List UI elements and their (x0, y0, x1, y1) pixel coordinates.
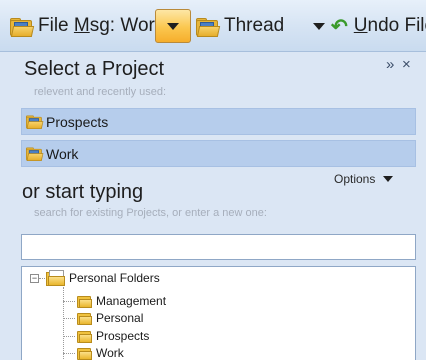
search-title: or start typing (22, 181, 144, 203)
project-folder-icon (26, 115, 44, 130)
tree-connector (63, 287, 64, 360)
close-icon[interactable]: × (402, 56, 411, 73)
project-folder-icon (196, 17, 221, 37)
tree-node-label: Prospects (96, 329, 150, 343)
project-item-label: Prospects (46, 113, 109, 130)
tree-node-label: Work (96, 346, 124, 360)
folder-tree[interactable]: − Personal Folders Management Personal P… (21, 266, 416, 360)
tree-connector (63, 318, 75, 319)
tree-connector (63, 301, 75, 302)
undo-file-label: Undo File (353, 15, 426, 36)
tree-connector (63, 336, 75, 337)
toolbar: File Msg: Work Thread ↶ Undo File (0, 0, 426, 52)
file-msg-dropdown-button[interactable] (155, 9, 191, 43)
tree-connector (63, 353, 75, 354)
project-folder-icon (10, 17, 35, 37)
options-label: Options (334, 172, 376, 186)
search-input[interactable] (21, 234, 416, 260)
file-msg-button[interactable]: File Msg: Work (10, 0, 164, 52)
folder-icon (77, 330, 92, 343)
undo-icon: ↶ (331, 15, 348, 38)
collapse-icon[interactable]: − (30, 274, 39, 283)
file-msg-label: File Msg: Work (38, 15, 165, 36)
dropdown-arrow-icon (167, 22, 179, 30)
tree-node-label: Management (96, 294, 167, 308)
tree-node-personal[interactable]: Personal (77, 311, 143, 325)
tree-connector (39, 278, 45, 279)
project-item-prospects[interactable]: Prospects (21, 108, 416, 135)
panel-subtitle: relevent and recently used: (34, 86, 167, 98)
project-item-work[interactable]: Work (21, 140, 416, 167)
undo-file-button[interactable]: ↶ Undo File (331, 0, 426, 52)
tree-node-label: Personal (96, 311, 144, 325)
options-button[interactable]: Options (334, 172, 394, 186)
project-item-label: Work (46, 145, 79, 162)
search-subtitle: search for existing Projects, or enter a… (34, 207, 267, 219)
tree-node-management[interactable]: Management (77, 294, 166, 308)
tree-node-label: Personal Folders (69, 270, 160, 285)
folder-icon (77, 295, 92, 308)
expand-icon[interactable]: » (386, 56, 394, 73)
project-picker-panel: Select a Project relevent and recently u… (0, 52, 426, 360)
personal-folders-icon (46, 270, 65, 286)
folder-icon (77, 312, 92, 325)
dropdown-arrow-icon (313, 22, 325, 30)
folder-icon (77, 347, 92, 360)
tree-node-personal-folders[interactable]: Personal Folders (46, 270, 160, 286)
tree-node-work[interactable]: Work (77, 346, 124, 360)
thread-dropdown-button[interactable] (313, 0, 325, 52)
dropdown-arrow-icon (383, 176, 394, 182)
thread-label: Thread (224, 15, 285, 36)
panel-title: Select a Project (24, 58, 165, 80)
tree-node-prospects[interactable]: Prospects (77, 329, 149, 343)
project-folder-icon (26, 147, 44, 162)
thread-button[interactable]: Thread (196, 0, 284, 52)
